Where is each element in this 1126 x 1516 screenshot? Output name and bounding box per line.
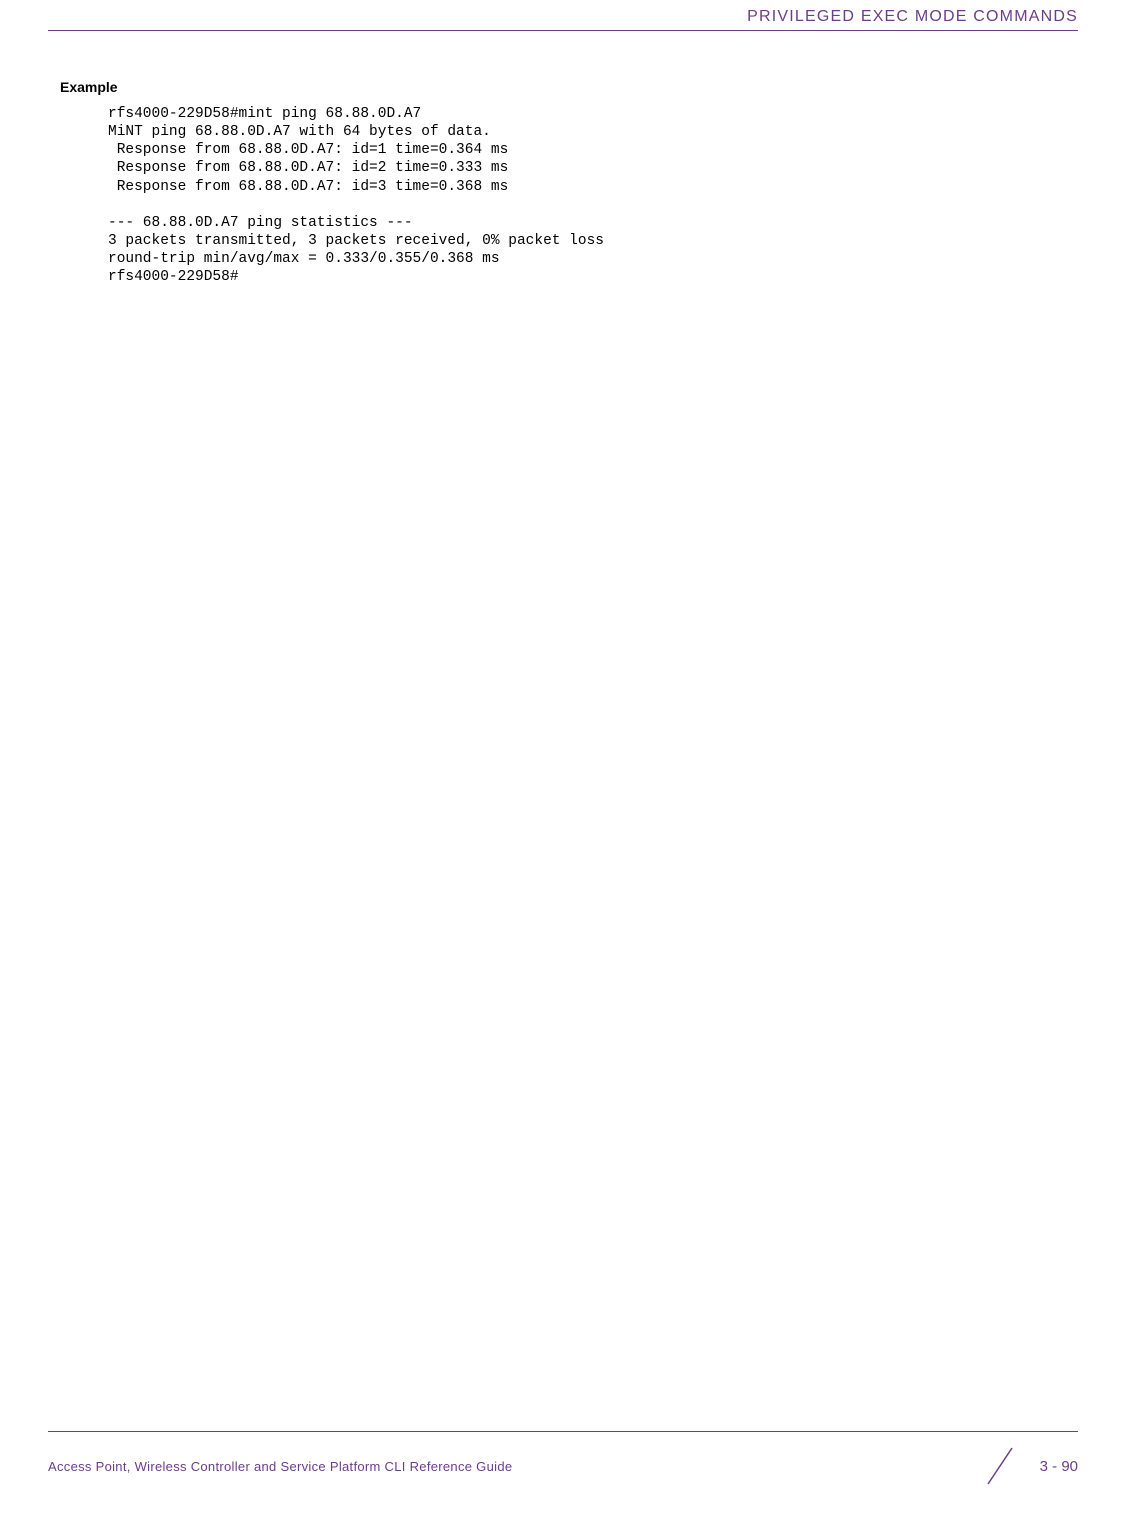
example-heading: Example (60, 79, 1078, 95)
footer-divider (48, 1431, 1078, 1432)
page-content: Example rfs4000-229D58#mint ping 68.88.0… (0, 31, 1126, 286)
page-number: 3 - 90 (1040, 1458, 1078, 1475)
header-title: PRIVILEGED EXEC MODE COMMANDS (48, 8, 1078, 26)
code-block: rfs4000-229D58#mint ping 68.88.0D.A7 MiN… (108, 105, 1078, 286)
footer-right: 3 - 90 (980, 1444, 1078, 1488)
footer-guide-title: Access Point, Wireless Controller and Se… (48, 1459, 512, 1474)
footer-row: Access Point, Wireless Controller and Se… (48, 1444, 1078, 1488)
page-slash-icon (980, 1444, 1020, 1488)
page-header: PRIVILEGED EXEC MODE COMMANDS (0, 0, 1126, 31)
page-footer: Access Point, Wireless Controller and Se… (0, 1431, 1126, 1488)
